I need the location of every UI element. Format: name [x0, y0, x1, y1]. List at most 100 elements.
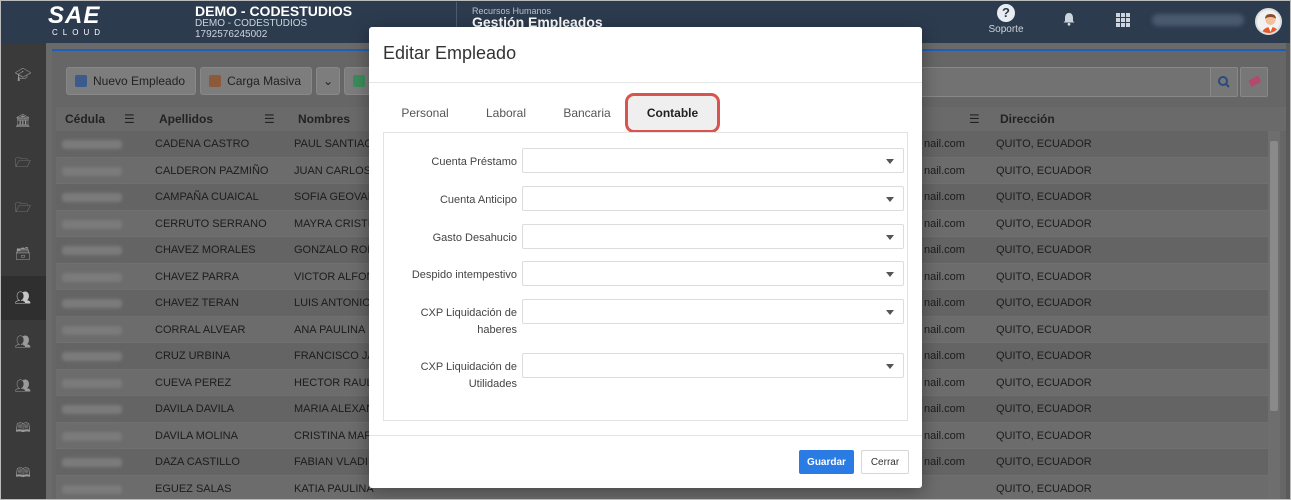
- sidebar-item-education[interactable]: 🎓︎: [0, 53, 46, 97]
- sidebar-item-book-2[interactable]: 🕮︎: [0, 453, 46, 497]
- save-button[interactable]: Guardar: [799, 450, 854, 474]
- column-nombres[interactable]: Nombres: [298, 112, 350, 126]
- module-info: Recursos Humanos Gestión Empleados: [472, 6, 603, 29]
- column-cedula[interactable]: Cédula: [65, 112, 105, 126]
- edit-employee-modal: Editar Empleado Personal Laboral Bancari…: [369, 27, 922, 488]
- column-apellidos[interactable]: Apellidos: [159, 112, 213, 126]
- cell-direccion: QUITO, ECUADOR: [996, 191, 1092, 203]
- caret-down-icon: [886, 197, 894, 202]
- cedula-blurred: [62, 219, 122, 229]
- bulk-upload-dropdown[interactable]: ⌄: [316, 67, 341, 95]
- select-cuenta-anticipo[interactable]: [522, 186, 904, 211]
- help-icon: ?: [997, 4, 1015, 22]
- cedula-blurred: [62, 246, 122, 255]
- cell-direccion: QUITO, ECUADOR: [996, 403, 1092, 415]
- caret-down-icon: [886, 272, 894, 277]
- select-cuenta-prestamo[interactable]: [522, 148, 904, 173]
- sidebar-item-folder-1[interactable]: 🗁︎: [0, 143, 46, 187]
- bank-icon: 🏛︎: [14, 113, 32, 128]
- user-name-blurred: [1152, 14, 1244, 26]
- users-icon: 👥︎: [14, 290, 32, 305]
- modal-title: Editar Empleado: [383, 43, 517, 63]
- label-cxp-liquidacion-utilidades: CXP Liquidación de Utilidades: [420, 361, 517, 390]
- tab-laboral[interactable]: Laboral: [477, 93, 535, 133]
- folder-open-icon: 🗁︎: [14, 155, 32, 170]
- bell-icon[interactable]: [1062, 12, 1076, 26]
- logo[interactable]: SAE CLOUD: [48, 4, 118, 40]
- avatar[interactable]: [1255, 8, 1282, 35]
- eraser-icon: [1248, 75, 1261, 87]
- select-cxp-liquidacion-utilidades[interactable]: [522, 353, 904, 378]
- cell-email: nail.com: [924, 323, 965, 336]
- filter-icon[interactable]: ☰: [969, 112, 980, 126]
- cell-direccion: QUITO, ECUADOR: [996, 429, 1092, 442]
- cell-direccion: QUITO, ECUADOR: [996, 217, 1092, 230]
- caret-down-icon: [886, 310, 894, 315]
- cell-apellidos: CHAVEZ PARRA: [155, 270, 239, 283]
- new-employee-label: Nuevo Empleado: [93, 74, 186, 88]
- cedula-blurred: [62, 484, 122, 494]
- column-direccion[interactable]: Dirección: [1000, 112, 1055, 126]
- search-button[interactable]: [1210, 67, 1238, 97]
- scrollbar-thumb[interactable]: [1270, 141, 1278, 411]
- sidebar-item-users-3[interactable]: 👥︎: [0, 364, 46, 408]
- new-employee-button[interactable]: Nuevo Empleado: [66, 67, 197, 95]
- tab-personal[interactable]: Personal: [393, 93, 457, 133]
- bulk-upload-icon: [209, 75, 222, 87]
- filter-icon[interactable]: ☰: [124, 112, 135, 126]
- cell-apellidos: CERRUTO SERRANO: [155, 217, 267, 230]
- filter-icon[interactable]: ☰: [264, 112, 275, 126]
- cedula-blurred: [62, 378, 122, 388]
- bulk-upload-button[interactable]: Carga Masiva: [200, 67, 313, 95]
- cell-email: nail.com: [924, 138, 965, 150]
- export-icon: [353, 75, 366, 87]
- contable-panel: Cuenta Préstamo Cuenta Anticipo Gasto De…: [383, 132, 908, 421]
- cell-apellidos: CAMPAÑA CUAICAL: [155, 191, 259, 203]
- apps-grid-icon[interactable]: [1116, 13, 1130, 27]
- cell-direccion: QUITO, ECUADOR: [996, 164, 1092, 177]
- cedula-blurred: [62, 193, 122, 202]
- cell-apellidos: CRUZ URBINA: [155, 350, 231, 362]
- cedula-blurred: [62, 140, 122, 149]
- cedula-blurred: [62, 431, 122, 441]
- users-icon: 👥︎: [14, 378, 32, 393]
- close-button[interactable]: Cerrar: [861, 450, 909, 474]
- sidebar-item-folder-2[interactable]: 🗁︎: [0, 188, 46, 232]
- cell-apellidos: CHAVEZ TERAN: [155, 297, 239, 309]
- sidebar-item-users-2[interactable]: 👥︎: [0, 320, 46, 364]
- modal-footer-divider: [369, 435, 922, 436]
- sidebar-item-book-1[interactable]: 🕮︎: [0, 408, 46, 452]
- sidebar: 🎓︎ 🏛︎ 🗁︎ 🗁︎ 🗃︎ 👥︎ 👥︎ 👥︎ 🕮︎ 🕮︎: [0, 43, 46, 500]
- cell-apellidos: CORRAL ALVEAR: [155, 323, 246, 336]
- sidebar-item-employees[interactable]: 👥︎: [0, 276, 46, 320]
- label-gasto-desahucio: Gasto Desahucio: [432, 232, 517, 244]
- cell-nombres: JUAN CARLOS: [294, 164, 372, 177]
- folder-open-icon: 🗁︎: [14, 200, 32, 215]
- tab-bancaria[interactable]: Bancaria: [555, 93, 619, 133]
- cell-nombres: LUIS ANTONIO: [294, 297, 371, 309]
- cell-email: nail.com: [924, 297, 965, 309]
- cell-apellidos: DAVILA MOLINA: [155, 429, 238, 442]
- toolbar: Nuevo Empleado Carga Masiva ⌄ Ex: [66, 67, 397, 97]
- users-icon: 👥︎: [14, 334, 32, 349]
- cell-apellidos: CUEVA PEREZ: [155, 376, 232, 389]
- select-cxp-liquidacion-haberes[interactable]: [522, 299, 904, 324]
- sidebar-item-id-card[interactable]: 🗃︎: [0, 232, 46, 276]
- cell-direccion: QUITO, ECUADOR: [996, 244, 1092, 256]
- cell-email: nail.com: [924, 456, 965, 468]
- search-input[interactable]: [916, 67, 1236, 97]
- cell-nombres: KATIA PAULINA: [294, 482, 374, 495]
- cedula-blurred: [62, 352, 122, 361]
- support-button[interactable]: ? Soporte: [986, 4, 1026, 35]
- select-despido-intempestivo[interactable]: [522, 261, 904, 286]
- support-label: Soporte: [988, 24, 1024, 35]
- sidebar-item-bank[interactable]: 🏛︎: [0, 99, 46, 143]
- clear-filter-button[interactable]: [1240, 67, 1268, 97]
- select-gasto-desahucio[interactable]: [522, 224, 904, 249]
- cell-nombres: FABIAN VLADIMI: [294, 456, 381, 468]
- table-scrollbar[interactable]: [1268, 131, 1280, 500]
- book-icon: 🕮︎: [15, 465, 31, 480]
- cell-apellidos: DAVILA DAVILA: [155, 403, 235, 415]
- tab-contable[interactable]: Contable: [625, 93, 720, 133]
- cell-direccion: QUITO, ECUADOR: [996, 323, 1092, 336]
